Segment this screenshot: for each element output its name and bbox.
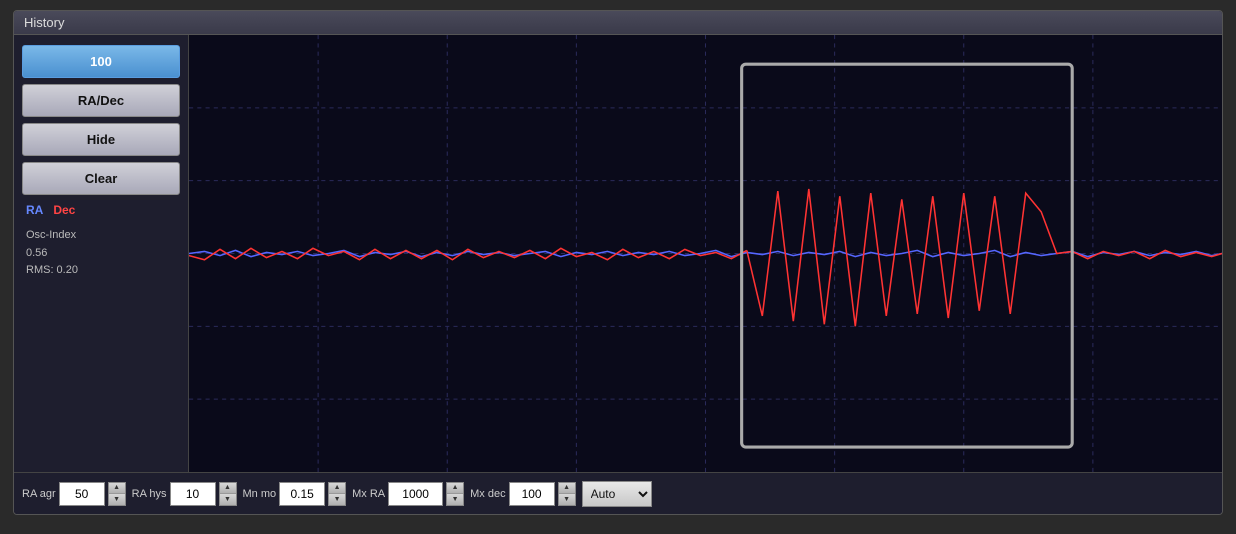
ra-hys-spinner: ▲ ▼: [219, 482, 237, 506]
mx-ra-input[interactable]: [388, 482, 443, 506]
main-content: 100 RA/Dec Hide Clear RA Dec Osc-Index 0…: [14, 35, 1222, 472]
window-title: History: [24, 15, 64, 30]
title-bar: History: [14, 11, 1222, 35]
mx-ra-down[interactable]: ▼: [447, 494, 463, 505]
info-section: Osc-Index 0.56 RMS: 0.20: [22, 225, 180, 282]
ra-agr-label: RA agr: [22, 488, 56, 500]
left-panel: 100 RA/Dec Hide Clear RA Dec Osc-Index 0…: [14, 35, 189, 472]
mn-mo-spinner: ▲ ▼: [328, 482, 346, 506]
ra-hys-input[interactable]: [170, 482, 216, 506]
ra-agr-input[interactable]: [59, 482, 105, 506]
mn-mo-label: Mn mo: [243, 488, 277, 500]
bottom-bar: RA agr ▲ ▼ RA hys ▲ ▼ Mn mo ▲ ▼ Mx RA: [14, 472, 1222, 514]
mx-dec-up[interactable]: ▲: [559, 483, 575, 494]
ra-hys-label: RA hys: [132, 488, 167, 500]
mx-ra-group: Mx RA ▲ ▼: [352, 482, 464, 506]
mx-ra-up[interactable]: ▲: [447, 483, 463, 494]
mx-ra-label: Mx RA: [352, 488, 385, 500]
mx-dec-input[interactable]: [509, 482, 555, 506]
hide-button[interactable]: Hide: [22, 123, 180, 156]
ra-dec-button[interactable]: RA/Dec: [22, 84, 180, 117]
mx-ra-spinner: ▲ ▼: [446, 482, 464, 506]
mn-mo-down[interactable]: ▼: [329, 494, 345, 505]
mn-mo-up[interactable]: ▲: [329, 483, 345, 494]
legend-dec: Dec: [53, 203, 75, 217]
mn-mo-input[interactable]: [279, 482, 325, 506]
auto-group: Auto Manual Off: [582, 481, 652, 507]
value-100-button[interactable]: 100: [22, 45, 180, 78]
clear-button[interactable]: Clear: [22, 162, 180, 195]
mx-dec-group: Mx dec ▲ ▼: [470, 482, 575, 506]
history-window: History 100 RA/Dec Hide Clear RA Dec Osc…: [13, 10, 1223, 515]
ra-agr-up[interactable]: ▲: [109, 483, 125, 494]
mx-dec-spinner: ▲ ▼: [558, 482, 576, 506]
ra-hys-group: RA hys ▲ ▼: [132, 482, 237, 506]
ra-agr-down[interactable]: ▼: [109, 494, 125, 505]
ra-hys-down[interactable]: ▼: [220, 494, 236, 505]
mx-dec-down[interactable]: ▼: [559, 494, 575, 505]
auto-select[interactable]: Auto Manual Off: [582, 481, 652, 507]
osc-index-label: Osc-Index: [26, 227, 176, 245]
legend: RA Dec: [22, 201, 180, 219]
ra-agr-spinner: ▲ ▼: [108, 482, 126, 506]
ra-hys-up[interactable]: ▲: [220, 483, 236, 494]
osc-index-value: 0.56: [26, 245, 176, 263]
mn-mo-group: Mn mo ▲ ▼: [243, 482, 347, 506]
chart-area: [189, 35, 1222, 472]
ra-agr-group: RA agr ▲ ▼: [22, 482, 126, 506]
legend-ra: RA: [26, 203, 43, 217]
chart-svg: [189, 35, 1222, 472]
mx-dec-label: Mx dec: [470, 488, 505, 500]
rms-label: RMS: 0.20: [26, 262, 176, 280]
